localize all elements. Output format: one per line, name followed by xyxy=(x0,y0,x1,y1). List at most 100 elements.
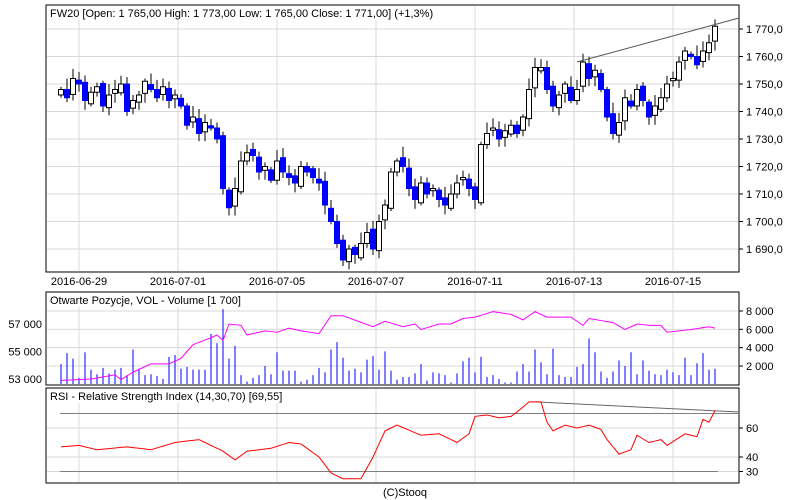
candle-body xyxy=(646,101,652,118)
candle-body xyxy=(112,89,118,94)
y-tick-label: 1 730,0 xyxy=(746,134,783,146)
candle-body xyxy=(82,81,88,101)
volume-tick-label: 4 000 xyxy=(746,343,774,355)
candle-body xyxy=(544,67,550,90)
candle-body xyxy=(706,42,712,54)
candle-body xyxy=(712,25,718,42)
candle-body xyxy=(136,94,142,103)
candle-body xyxy=(106,94,112,109)
candle-body xyxy=(58,89,64,96)
candle-body xyxy=(268,169,274,181)
candle-body xyxy=(88,91,94,105)
candle-body xyxy=(214,127,220,140)
candle-body xyxy=(616,122,622,136)
x-tick-label: 2016-06-29 xyxy=(51,276,107,288)
x-tick-label: 2016-07-01 xyxy=(150,276,206,288)
candle-body xyxy=(148,84,154,91)
candle-body xyxy=(640,85,646,101)
candle-body xyxy=(604,89,610,118)
candle-body xyxy=(262,166,268,171)
candle-body xyxy=(316,178,322,184)
x-tick-label: 2016-07-13 xyxy=(546,276,602,288)
candle-body xyxy=(124,83,130,112)
candle-body xyxy=(280,157,286,173)
candle-body xyxy=(286,173,292,178)
candle-body xyxy=(178,97,184,107)
volume-tick-label: 6 000 xyxy=(746,324,774,336)
candle-body xyxy=(190,116,196,123)
candle-body xyxy=(592,69,598,78)
candle-body xyxy=(406,167,412,189)
candle-body xyxy=(64,89,70,99)
x-tick-label: 2016-07-11 xyxy=(447,276,502,288)
candle-body xyxy=(448,193,454,209)
candle-body xyxy=(466,178,472,189)
candle-body xyxy=(364,232,370,244)
candle-body xyxy=(274,160,280,181)
candle-body xyxy=(160,86,166,95)
candle-body xyxy=(376,221,382,252)
volume-tick-label: 2 000 xyxy=(746,361,774,373)
candle-body xyxy=(256,156,262,173)
candle-body xyxy=(202,122,208,133)
candle-body xyxy=(70,78,76,95)
rsi-title: RSI - Relative Strength Index (14,30,70)… xyxy=(50,391,282,403)
x-tick-label: 2016-07-05 xyxy=(249,276,305,288)
rsi-tick-label: 40 xyxy=(746,452,758,464)
candle-body xyxy=(292,175,298,184)
copyright-footer: (C)Stooq xyxy=(383,487,427,499)
candle-body xyxy=(532,67,538,89)
candle-body xyxy=(496,129,502,140)
x-tick-label: 2016-07-07 xyxy=(348,276,404,288)
candle-body xyxy=(502,130,508,138)
candle-body xyxy=(382,204,388,221)
candle-body xyxy=(508,124,514,135)
open-interest-line xyxy=(60,311,716,381)
rsi-tick-label: 60 xyxy=(746,423,758,435)
candle-body xyxy=(130,100,136,109)
candle-body xyxy=(226,189,232,209)
price-title: FW20 [Open: 1 765,00 High: 1 773,00 Low:… xyxy=(50,8,433,20)
candle-body xyxy=(172,94,178,100)
candle-body xyxy=(550,85,556,107)
x-tick-label: 2016-07-15 xyxy=(645,276,701,288)
candle-body xyxy=(370,228,376,250)
candle-body xyxy=(442,197,448,206)
candle-body xyxy=(142,80,148,94)
candle-body xyxy=(334,221,340,244)
candle-body xyxy=(166,87,172,102)
y-tick-label: 1 710,0 xyxy=(746,189,783,201)
candle-body xyxy=(322,180,328,206)
candle-body xyxy=(670,78,676,82)
candle-body xyxy=(400,157,406,167)
candle-body xyxy=(586,63,592,80)
open-interest-tick-label: 57 000 xyxy=(8,319,42,331)
candle-body xyxy=(514,124,520,134)
open-interest-tick-label: 53 000 xyxy=(8,374,42,386)
candle-body xyxy=(478,144,484,204)
open-interest-tick-label: 55 000 xyxy=(8,347,42,359)
candle-body xyxy=(460,177,466,181)
candle-body xyxy=(694,56,700,66)
candle-body xyxy=(526,89,532,120)
candle-body xyxy=(412,186,418,201)
candle-body xyxy=(298,166,304,187)
candle-body xyxy=(622,97,628,122)
candle-body xyxy=(304,166,310,173)
candle-body xyxy=(472,186,478,201)
candle-body xyxy=(76,79,82,85)
rsi-trendline xyxy=(534,401,740,413)
candle-body xyxy=(220,135,226,189)
candle-body xyxy=(100,82,106,107)
candle-body xyxy=(430,188,436,192)
y-tick-label: 1 760,0 xyxy=(746,52,783,64)
candle-body xyxy=(94,86,100,93)
candle-body xyxy=(490,127,496,131)
candle-body xyxy=(598,73,604,91)
y-tick-label: 1 750,0 xyxy=(746,79,783,91)
candle-body xyxy=(610,113,616,134)
candle-body xyxy=(424,182,430,195)
candle-body xyxy=(688,53,694,57)
candle-body xyxy=(676,61,682,81)
y-tick-label: 1 720,0 xyxy=(746,162,783,174)
